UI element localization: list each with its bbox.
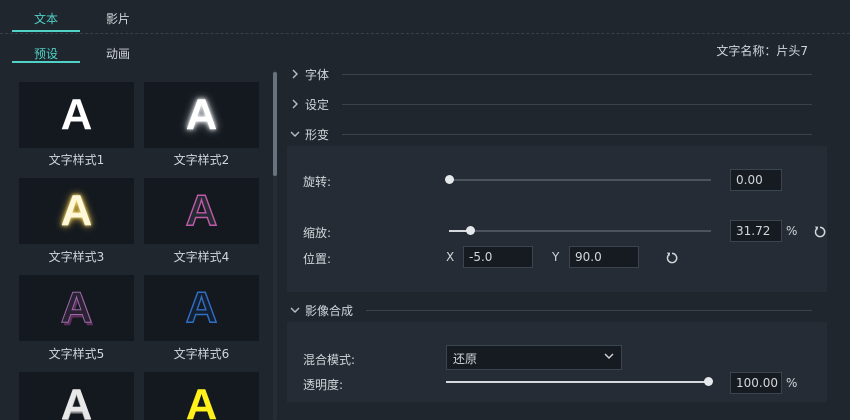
style-label-5: 文字样式5: [48, 347, 105, 361]
style-label-3: 文字样式3: [48, 250, 105, 264]
top-tab-bar: 文本 影片: [0, 0, 850, 34]
style-list-scrollbar-thumb[interactable]: [273, 72, 277, 176]
section-title-transform: 形变: [305, 128, 330, 142]
chevron-right-icon: [292, 69, 298, 79]
subtab-presets[interactable]: 预设: [34, 45, 58, 62]
rotation-label: 旋转:: [303, 175, 332, 189]
style-preview-letter: A: [60, 283, 93, 332]
reset-icon[interactable]: [665, 251, 679, 265]
rotation-slider-knob[interactable]: [445, 175, 454, 184]
style-preview-letter: A: [60, 186, 93, 235]
rotation-input[interactable]: 0.00: [730, 169, 782, 191]
transform-panel: [287, 146, 827, 292]
section-divider: [342, 104, 812, 105]
scale-unit: %: [786, 224, 798, 238]
style-label-6: 文字样式6: [173, 347, 230, 361]
style-label-1: 文字样式1: [48, 153, 105, 167]
section-title-compositing: 影像合成: [305, 304, 354, 318]
opacity-slider-knob[interactable]: [704, 377, 713, 386]
scale-label: 缩放:: [303, 226, 332, 240]
section-title-settings: 设定: [305, 98, 330, 112]
tab-text[interactable]: 文本: [34, 10, 58, 27]
reset-icon[interactable]: [813, 225, 827, 239]
style-preview-letter: A: [60, 90, 93, 139]
opacity-slider-fill: [446, 381, 708, 383]
style-preview-letter: A: [185, 283, 218, 332]
style-tile-2[interactable]: A: [144, 82, 259, 148]
section-divider: [366, 310, 812, 311]
blend-mode-label: 混合模式:: [303, 353, 356, 367]
position-y-label: Y: [552, 250, 560, 264]
rotation-slider[interactable]: [445, 175, 711, 184]
chevron-down-icon: [604, 353, 614, 359]
style-tile-4[interactable]: A: [144, 178, 259, 244]
blend-mode-select[interactable]: 还原: [446, 345, 622, 370]
scale-input[interactable]: 31.72: [730, 220, 782, 242]
position-x-input[interactable]: -5.0: [463, 246, 533, 268]
text-name-label: 文字名称：片头7: [716, 44, 808, 58]
style-preview-letter: A: [185, 380, 218, 420]
style-tile-3[interactable]: A: [19, 178, 134, 244]
scale-slider[interactable]: [449, 226, 711, 235]
tab-divider: [0, 33, 850, 34]
opacity-input[interactable]: 100.00: [730, 372, 782, 394]
position-x-label: X: [446, 250, 455, 264]
section-divider: [342, 74, 812, 75]
section-title-font: 字体: [305, 68, 330, 82]
style-tile-5[interactable]: A: [19, 275, 134, 341]
style-label-2: 文字样式2: [173, 153, 230, 167]
scale-slider-knob[interactable]: [465, 226, 475, 235]
opacity-slider[interactable]: [446, 377, 713, 386]
position-label: 位置:: [303, 252, 332, 266]
chevron-down-icon: [290, 307, 300, 313]
chevron-down-icon: [290, 131, 300, 137]
chevron-right-icon: [292, 99, 298, 109]
style-tile-1[interactable]: A: [19, 82, 134, 148]
subtab-animation[interactable]: 动画: [106, 45, 130, 62]
active-subtab-indicator: [12, 61, 80, 63]
opacity-label: 透明度:: [303, 378, 344, 392]
style-preview-letter: A: [185, 186, 218, 235]
style-tile-8[interactable]: A: [144, 372, 259, 420]
style-label-4: 文字样式4: [173, 250, 230, 264]
style-tile-6[interactable]: A: [144, 275, 259, 341]
style-preview-letter: A: [60, 380, 93, 420]
style-preview-letter: A: [185, 90, 218, 139]
style-tile-7[interactable]: A: [19, 372, 134, 420]
blend-mode-value: 还原: [453, 352, 478, 366]
section-divider: [342, 134, 812, 135]
position-y-input[interactable]: 90.0: [569, 246, 639, 268]
tab-film[interactable]: 影片: [106, 10, 130, 27]
opacity-unit: %: [786, 376, 798, 390]
active-tab-indicator: [12, 30, 80, 32]
